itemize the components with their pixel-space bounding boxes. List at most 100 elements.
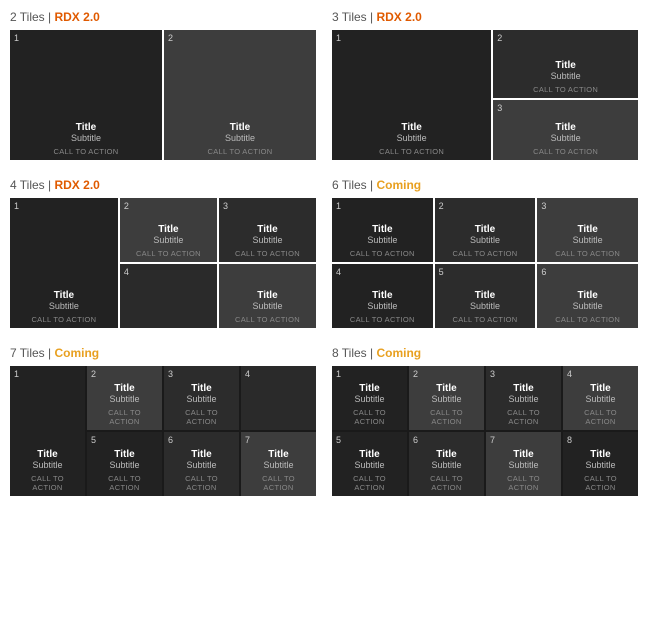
tile-subtitle: Subtitle [415, 394, 478, 404]
tile-title: Title [338, 383, 401, 394]
tile-num: 3 [541, 201, 546, 211]
tile-num: 4 [336, 267, 341, 277]
tile-subtitle: Subtitle [569, 460, 632, 470]
tile-subtitle: Subtitle [543, 235, 632, 245]
section-7tiles-label: 7 Tiles | Coming [10, 346, 316, 360]
tile-cta: CALL TO ACTION [415, 474, 478, 492]
tile-cta: CALL TO ACTION [170, 474, 233, 492]
section-3tiles-label: 3 Tiles | RDX 2.0 [332, 10, 638, 24]
tile-cta: CALL TO ACTION [543, 249, 632, 258]
tile-num: 4 [567, 369, 572, 379]
tile-cta: CALL TO ACTION [569, 408, 632, 426]
tile-num: 1 [14, 369, 19, 379]
tile-cta: CALL TO ACTION [126, 249, 211, 258]
tile-8t-1: 1 Title Subtitle CALL TO ACTION [332, 366, 407, 430]
tile-title: Title [415, 383, 478, 394]
tile-subtitle: Subtitle [441, 235, 530, 245]
tile-4t-2: 2 Title Subtitle CALL TO ACTION [120, 198, 217, 262]
tile-4t-4: Title Subtitle CALL TO ACTION [219, 264, 316, 328]
tile-4t-3: 3 Title Subtitle CALL TO ACTION [219, 198, 316, 262]
tile-num: 7 [490, 435, 495, 445]
tile-title: Title [338, 290, 427, 301]
tile-cta: CALL TO ACTION [569, 474, 632, 492]
tile-subtitle: Subtitle [492, 460, 555, 470]
tile-8t-2: 2 Title Subtitle CALL TO ACTION [409, 366, 484, 430]
layout-3tiles: 1 Title Subtitle CALL TO ACTION 2 Title … [332, 30, 638, 160]
tile-num: 4 [124, 267, 129, 277]
tile-title: Title [569, 383, 632, 394]
tile-subtitle: Subtitle [16, 460, 79, 470]
tile-cta: CALL TO ACTION [499, 147, 632, 156]
tile-subtitle: Subtitle [543, 301, 632, 311]
tile-7t-1: 1 Title Subtitle CALL TO ACTION [10, 366, 85, 496]
tile-title: Title [492, 383, 555, 394]
tile-8t-6: 6 Title Subtitle CALL TO ACTION [409, 432, 484, 496]
tile-8t-5: 5 Title Subtitle CALL TO ACTION [332, 432, 407, 496]
tile-cta: CALL TO ACTION [225, 249, 310, 258]
section-8tiles-label: 8 Tiles | Coming [332, 346, 638, 360]
tile-title: Title [441, 224, 530, 235]
tile-7t-2: 2 Title Subtitle CALL TO ACTION [87, 366, 162, 430]
tile-cta: CALL TO ACTION [16, 315, 112, 324]
tile-title: Title [16, 449, 79, 460]
tile-cta: CALL TO ACTION [499, 85, 632, 94]
section-7tiles: 7 Tiles | Coming 1 Title Subtitle CALL T… [10, 346, 316, 496]
tile-subtitle: Subtitle [492, 394, 555, 404]
tile-4t-1: 1 Title Subtitle CALL TO ACTION [10, 198, 118, 328]
tile-subtitle: Subtitle [338, 394, 401, 404]
col-right-4t: 2 Title Subtitle CALL TO ACTION 3 Title … [120, 198, 316, 328]
section-8tiles-badge: Coming [376, 346, 421, 360]
tile-cta: CALL TO ACTION [441, 249, 530, 258]
tile-6t-2: 2 Title Subtitle CALL TO ACTION [435, 198, 536, 262]
tile-num: 4 [245, 369, 250, 379]
tile-2t-2: 2 Title Subtitle CALL TO ACTION [164, 30, 316, 160]
tile-title: Title [415, 449, 478, 460]
tile-cta: CALL TO ACTION [170, 408, 233, 426]
tile-cta: CALL TO ACTION [338, 474, 401, 492]
tile-subtitle: Subtitle [338, 235, 427, 245]
col-left-3t: 1 Title Subtitle CALL TO ACTION [332, 30, 491, 160]
tile-cta: CALL TO ACTION [338, 315, 427, 324]
tile-title: Title [543, 224, 632, 235]
tile-subtitle: Subtitle [170, 133, 310, 143]
tile-subtitle: Subtitle [225, 235, 310, 245]
tile-title: Title [170, 383, 233, 394]
tile-cta: CALL TO ACTION [170, 147, 310, 156]
tile-6t-3: 3 Title Subtitle CALL TO ACTION [537, 198, 638, 262]
tile-cta: CALL TO ACTION [415, 408, 478, 426]
tile-num: 3 [497, 103, 502, 113]
tile-6t-5: 5 Title Subtitle CALL TO ACTION [435, 264, 536, 328]
tile-7t-4-empty: 4 [241, 366, 316, 430]
tile-subtitle: Subtitle [225, 301, 310, 311]
tile-title: Title [569, 449, 632, 460]
section-4tiles-label: 4 Tiles | RDX 2.0 [10, 178, 316, 192]
tile-subtitle: Subtitle [569, 394, 632, 404]
tile-6t-1: 1 Title Subtitle CALL TO ACTION [332, 198, 433, 262]
tile-3t-2: 2 Title Subtitle CALL TO ACTION [493, 30, 638, 98]
tile-title: Title [225, 224, 310, 235]
tile-cta: CALL TO ACTION [338, 147, 485, 156]
layout-6tiles: 1 Title Subtitle CALL TO ACTION 2 Title … [332, 198, 638, 328]
tile-title: Title [441, 290, 530, 301]
layout-7tiles: 1 Title Subtitle CALL TO ACTION 2 Title … [10, 366, 316, 496]
tile-4t-4-empty: 4 [120, 264, 217, 328]
tile-cta: CALL TO ACTION [492, 408, 555, 426]
tile-title: Title [247, 449, 310, 460]
tile-3t-1: 1 Title Subtitle CALL TO ACTION [332, 30, 491, 160]
tile-num: 3 [490, 369, 495, 379]
section-7tiles-badge: Coming [54, 346, 99, 360]
tile-subtitle: Subtitle [499, 133, 632, 143]
layout-8tiles: 1 Title Subtitle CALL TO ACTION 2 Title … [332, 366, 638, 496]
section-6tiles-badge: Coming [376, 178, 421, 192]
section-3tiles: 3 Tiles | RDX 2.0 1 Title Subtitle CALL … [332, 10, 638, 160]
tile-num: 2 [413, 369, 418, 379]
tile-subtitle: Subtitle [441, 301, 530, 311]
tile-subtitle: Subtitle [16, 301, 112, 311]
tile-num: 2 [497, 33, 502, 43]
tile-8t-4: 4 Title Subtitle CALL TO ACTION [563, 366, 638, 430]
tile-num: 3 [223, 201, 228, 211]
tile-8t-7: 7 Title Subtitle CALL TO ACTION [486, 432, 561, 496]
tile-num: 8 [567, 435, 572, 445]
tile-cta: CALL TO ACTION [441, 315, 530, 324]
tile-7t-7: 7 Title Subtitle CALL TO ACTION [241, 432, 316, 496]
